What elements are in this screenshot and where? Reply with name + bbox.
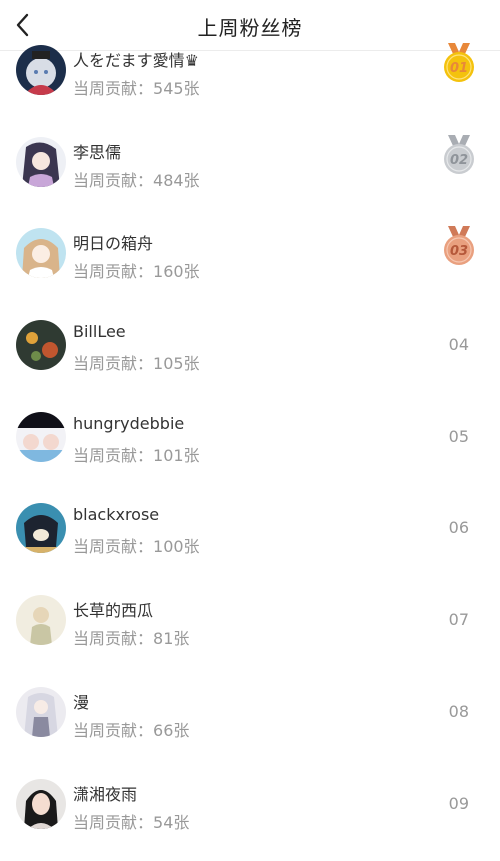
- avatar[interactable]: [16, 228, 66, 278]
- fan-name: 长草的西瓜: [73, 597, 153, 621]
- list-item[interactable]: hungrydebbie 当周贡献：101张 05: [0, 403, 500, 495]
- fan-name: BillLee: [73, 322, 126, 341]
- avatar[interactable]: [16, 137, 66, 187]
- avatar[interactable]: [16, 412, 66, 462]
- silver-medal-icon: 02: [442, 135, 476, 177]
- contribution-text: 当周贡献：160张: [73, 258, 200, 282]
- list-item[interactable]: blackxrose 当周贡献：100张 06: [0, 494, 500, 586]
- avatar[interactable]: [16, 595, 66, 645]
- fan-name: 漫: [73, 689, 89, 713]
- avatar[interactable]: [16, 779, 66, 829]
- rank-number: 08: [449, 702, 469, 721]
- list-item[interactable]: 人をだます愛情♛ 当周贡献：545张 01: [0, 36, 500, 128]
- contribution-text: 当周贡献：66张: [73, 717, 189, 741]
- fan-name: blackxrose: [73, 505, 159, 524]
- fan-ranking-list: 人をだます愛情♛ 当周贡献：545张 01 李思儒 当周贡献：484张: [0, 51, 500, 861]
- contribution-text: 当周贡献：54张: [73, 809, 189, 833]
- rank-number: 04: [449, 335, 469, 354]
- fan-name: 人をだます愛情♛: [73, 47, 199, 71]
- rank-number: 06: [449, 518, 469, 537]
- contribution-text: 当周贡献：81张: [73, 625, 189, 649]
- avatar[interactable]: [16, 320, 66, 370]
- avatar[interactable]: [16, 503, 66, 553]
- list-item[interactable]: 李思儒 当周贡献：484张 02: [0, 128, 500, 220]
- svg-text:02: 02: [450, 153, 468, 168]
- list-item[interactable]: BillLee 当周贡献：105张 04: [0, 311, 500, 403]
- fan-name: 潇湘夜雨: [73, 781, 137, 805]
- svg-text:01: 01: [450, 61, 468, 76]
- rank-number: 07: [449, 610, 469, 629]
- fan-name: 明日の箱舟: [73, 230, 153, 254]
- list-item[interactable]: 潇湘夜雨 当周贡献：54张 09: [0, 770, 500, 861]
- rank-number: 05: [449, 427, 469, 446]
- contribution-text: 当周贡献：101张: [73, 442, 200, 466]
- fan-name: 李思儒: [73, 139, 121, 163]
- contribution-text: 当周贡献：105张: [73, 350, 200, 374]
- avatar[interactable]: [16, 687, 66, 737]
- bronze-medal-icon: 03: [442, 226, 476, 268]
- list-item[interactable]: 漫 当周贡献：66张 08: [0, 678, 500, 770]
- gold-medal-icon: 01: [442, 43, 476, 85]
- fan-name: hungrydebbie: [73, 414, 184, 433]
- list-item[interactable]: 长草的西瓜 当周贡献：81张 07: [0, 586, 500, 678]
- contribution-text: 当周贡献：545张: [73, 75, 200, 99]
- avatar[interactable]: [16, 45, 66, 95]
- svg-text:03: 03: [450, 244, 468, 259]
- list-item[interactable]: 明日の箱舟 当周贡献：160张 03: [0, 219, 500, 311]
- contribution-text: 当周贡献：100张: [73, 533, 200, 557]
- rank-number: 09: [449, 794, 469, 813]
- contribution-text: 当周贡献：484张: [73, 167, 200, 191]
